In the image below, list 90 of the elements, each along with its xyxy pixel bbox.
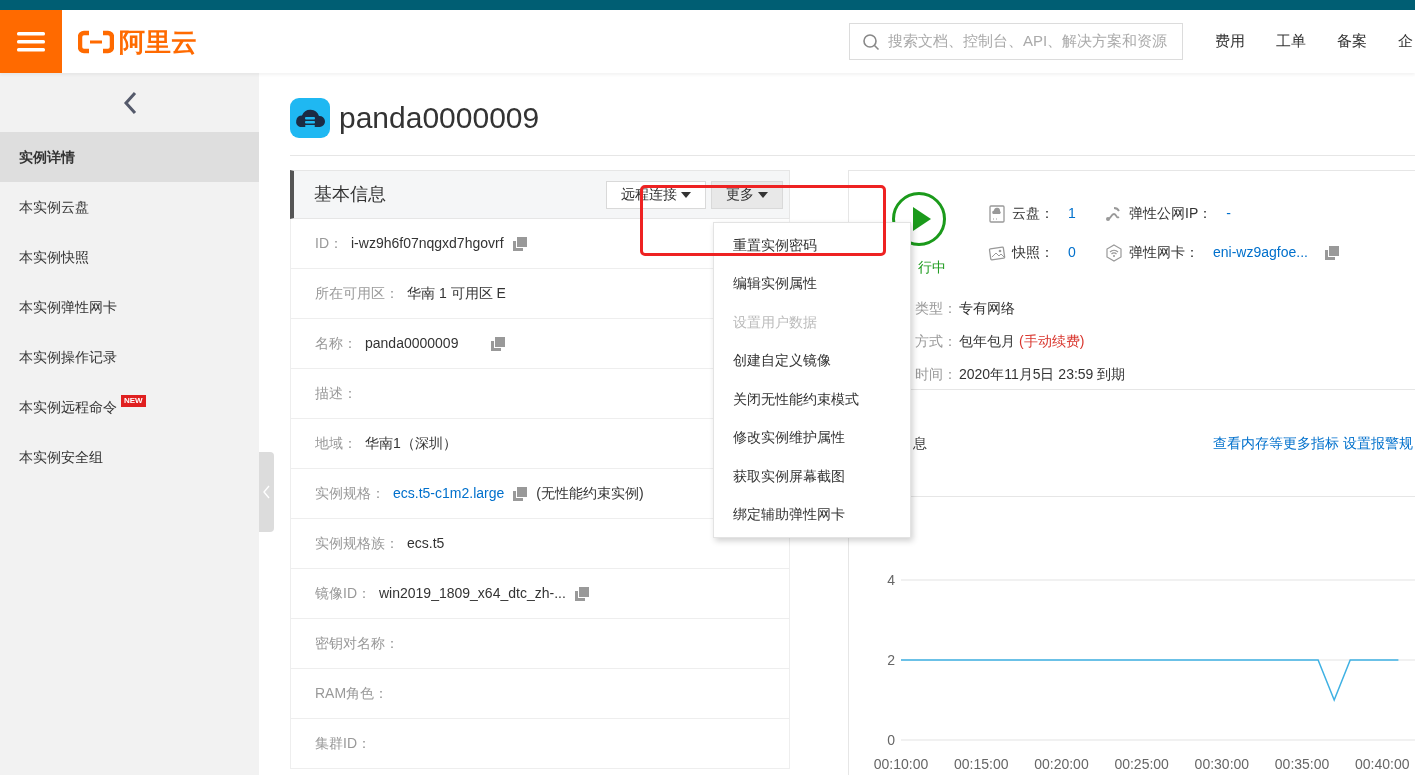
- stat-label: 快照：: [1012, 243, 1054, 262]
- copy-icon[interactable]: [511, 235, 528, 252]
- nav-link[interactable]: 工单: [1276, 30, 1306, 53]
- field-value: 华南 1 可用区 E: [407, 284, 506, 303]
- sidebar-item[interactable]: 本实例云盘: [0, 182, 259, 232]
- section-title: 息: [913, 433, 927, 453]
- menu-item[interactable]: 关闭无性能约束模式: [714, 380, 910, 419]
- field-label: 密钥对名称：: [315, 634, 399, 653]
- field-value: ecs.t5: [407, 534, 445, 553]
- field-value: 包年包月: [959, 332, 1015, 351]
- copy-icon[interactable]: [512, 485, 529, 502]
- text-link[interactable]: 设置报警规: [1343, 432, 1413, 454]
- field-label: 所在可用区：: [315, 284, 399, 303]
- copy-icon[interactable]: [573, 585, 590, 602]
- stat-value-link[interactable]: -: [1226, 203, 1231, 224]
- axis-tick-label: 00:20:00: [1034, 756, 1089, 772]
- card-title: 基本信息: [314, 183, 386, 206]
- axis-tick-label: 4: [887, 572, 895, 588]
- collapse-handle[interactable]: [259, 452, 274, 532]
- field-note: (无性能约束实例): [536, 484, 644, 503]
- stat-value-link[interactable]: 0: [1068, 242, 1076, 263]
- field-label: 地域：: [315, 434, 357, 453]
- field-label: 时间：: [915, 365, 958, 384]
- instance-title: panda0000009: [339, 103, 540, 133]
- logo-icon: [78, 29, 114, 54]
- axis-tick-label: 2: [887, 652, 895, 668]
- axis-tick-label: 00:10:00: [873, 756, 929, 772]
- sidebar-item[interactable]: 本实例快照: [0, 232, 259, 282]
- field-label: ID：: [315, 234, 343, 253]
- menu-button[interactable]: [0, 10, 62, 73]
- link-icon: [1105, 204, 1123, 223]
- field-label: 集群ID：: [315, 734, 371, 753]
- axis-tick-label: 00:30:00: [1194, 756, 1250, 772]
- new-badge: NEW: [121, 395, 146, 407]
- menu-item: 设置用户数据: [732, 312, 818, 332]
- sidebar-item[interactable]: 本实例弹性网卡: [0, 282, 259, 332]
- dropdown-button[interactable]: 更多: [711, 180, 783, 209]
- caret-icon: [758, 191, 768, 198]
- field-value: 华南1（深圳）: [365, 434, 457, 453]
- field-value: i-wz9h6f07nqgxd7hgovrf: [351, 234, 504, 253]
- menu-item[interactable]: 获取实例屏幕截图: [714, 457, 910, 496]
- logo-text: 阿里云: [119, 28, 197, 55]
- field-label: 方式：: [915, 332, 958, 351]
- stat-value-link[interactable]: eni-wz9agfoe...: [1213, 242, 1308, 263]
- field-label: 实例规格族：: [315, 534, 399, 553]
- menu-item[interactable]: 重置实例密码: [714, 226, 910, 265]
- search-icon: [862, 32, 880, 51]
- value-link[interactable]: ecs.t5-c1m2.large: [393, 483, 505, 504]
- axis-tick-label: 0: [887, 732, 895, 748]
- axis-tick-label: 00:15:00: [953, 756, 1009, 772]
- field-label: 描述：: [315, 384, 357, 403]
- menu-item[interactable]: 绑定辅助弹性网卡: [714, 495, 910, 534]
- caret-icon: [681, 191, 691, 198]
- field-label: 实例规格：: [315, 484, 385, 503]
- menu-icon: [17, 31, 45, 52]
- chevron-left-icon: [263, 485, 270, 499]
- menu-item[interactable]: 修改实例维护属性: [714, 418, 910, 457]
- status-text: 行中: [918, 258, 946, 277]
- back-chevron-icon[interactable]: [122, 90, 137, 115]
- wifi-icon: [1105, 243, 1123, 262]
- stat-label: 弹性网卡：: [1129, 243, 1199, 262]
- sidebar-item[interactable]: 实例详情: [0, 132, 259, 182]
- copy-icon[interactable]: [1323, 244, 1340, 261]
- menu-item[interactable]: 编辑实例属性: [714, 264, 910, 303]
- text-link[interactable]: 查看内存等更多指标: [1213, 432, 1339, 454]
- nav-link[interactable]: 备案: [1337, 30, 1367, 53]
- field-value: win2019_1809_x64_dtc_zh-...: [379, 584, 566, 603]
- field-label: 类型：: [915, 299, 958, 318]
- cloud-server-icon: [290, 98, 330, 138]
- field-value: 专有网络: [959, 299, 1015, 318]
- sidebar-item[interactable]: 本实例安全组: [0, 432, 259, 482]
- menu-item[interactable]: 创建自定义镜像: [714, 341, 910, 380]
- axis-tick-label: 00:25:00: [1114, 756, 1169, 772]
- copy-icon[interactable]: [490, 335, 507, 352]
- stat-label: 弹性公网IP：: [1129, 204, 1213, 223]
- search-field[interactable]: 搜索文档、控制台、API、解决方案和资源: [849, 23, 1183, 60]
- sidebar-item[interactable]: 本实例操作记录: [0, 332, 259, 382]
- stat-label: 云盘：: [1012, 204, 1054, 223]
- field-label: RAM角色：: [315, 684, 389, 703]
- field-value: panda0000009: [365, 334, 459, 353]
- axis-tick-label: 00:35:00: [1274, 756, 1330, 772]
- renewal-note: (手动续费): [1019, 332, 1085, 351]
- sidebar-item[interactable]: 本实例远程命令 NEW: [0, 382, 259, 432]
- field-label: 镜像ID：: [315, 584, 371, 603]
- axis-tick-label: 00:40:00: [1355, 756, 1410, 772]
- nav-link[interactable]: 费用: [1215, 30, 1245, 53]
- nav-link[interactable]: 企: [1398, 30, 1413, 53]
- field-value: 2020年11月5日 23:59 到期: [959, 365, 1126, 384]
- field-label: 名称：: [315, 334, 357, 353]
- stat-value-link[interactable]: 1: [1068, 203, 1076, 224]
